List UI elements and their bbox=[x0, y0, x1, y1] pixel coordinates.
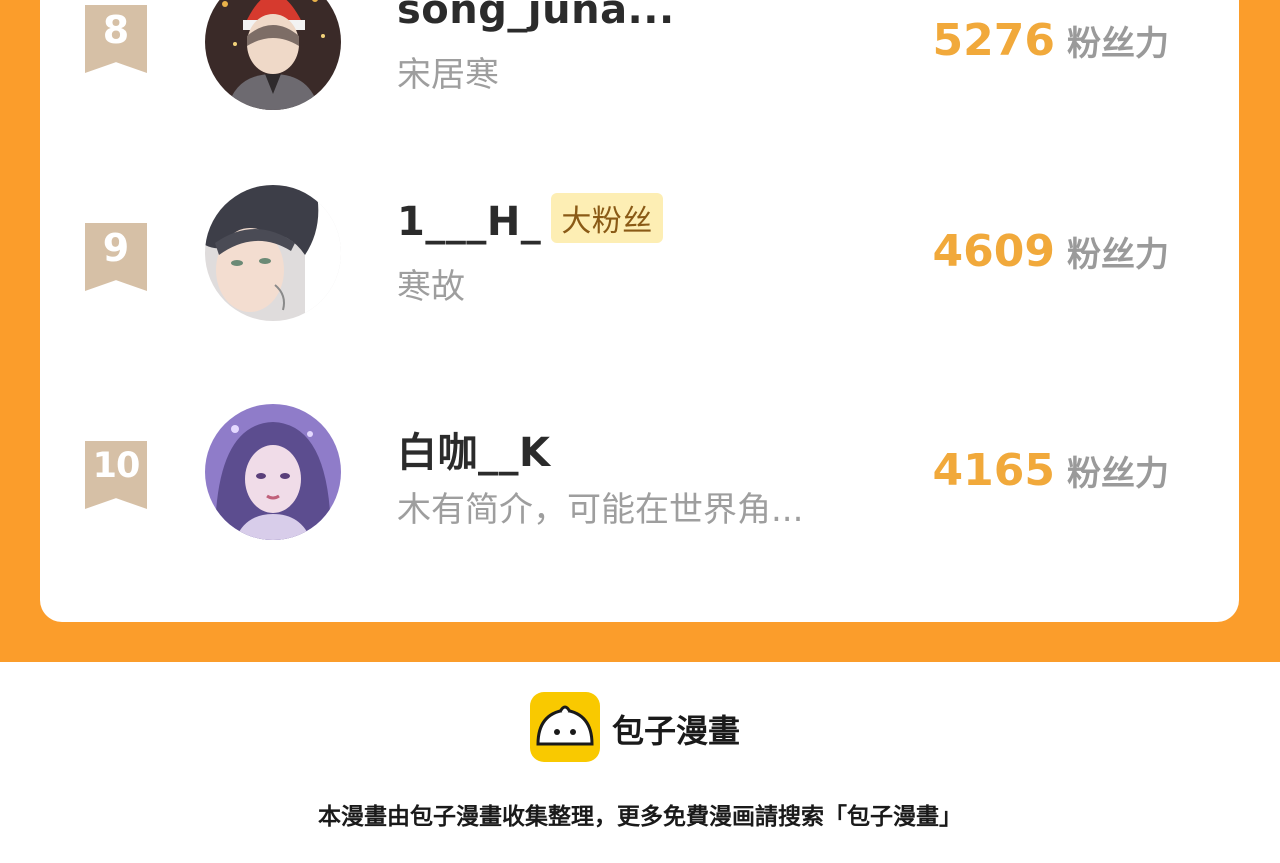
score-unit: 粉丝力 bbox=[1067, 24, 1169, 64]
avatar-image bbox=[205, 185, 341, 321]
score-value: 4165 bbox=[932, 445, 1055, 496]
user-name[interactable]: 白咖__K bbox=[397, 420, 551, 478]
rank-ribbon: 8 bbox=[85, 5, 147, 73]
score-unit: 粉丝力 bbox=[1067, 235, 1169, 275]
ranking-row[interactable]: 8 song_juna... 宋居寒 5276 粉丝力 bbox=[40, 0, 1239, 110]
ranking-row[interactable]: 10 白咖__K 木有简介，可能在世界角... 4165 粉丝力 bbox=[40, 404, 1239, 544]
user-avatar[interactable] bbox=[205, 0, 341, 110]
user-avatar[interactable] bbox=[205, 404, 341, 540]
user-name-text: 1___H_ bbox=[397, 199, 542, 245]
user-bio: 宋居寒 bbox=[397, 55, 499, 95]
fan-ranking-card: 8 song_juna... 宋居寒 5276 粉丝力 9 1___H_ 大粉丝… bbox=[40, 0, 1239, 622]
fan-power-score: 5276 粉丝力 bbox=[933, 15, 1169, 66]
brand-name: 包子漫畫 bbox=[612, 712, 741, 750]
user-bio: 寒故 bbox=[397, 267, 465, 307]
big-fan-badge: 大粉丝 bbox=[551, 193, 663, 243]
baozi-bun-icon bbox=[530, 692, 600, 762]
user-avatar[interactable] bbox=[205, 185, 341, 321]
avatar-image bbox=[205, 404, 341, 540]
source-note: 本漫畫由包子漫畫收集整理，更多免費漫画請搜索「包子漫畫」 bbox=[318, 804, 962, 830]
score-unit: 粉丝力 bbox=[1067, 454, 1169, 494]
score-value: 5276 bbox=[932, 15, 1055, 66]
user-bio: 木有简介，可能在世界角... bbox=[397, 490, 804, 530]
ranking-row[interactable]: 9 1___H_ 大粉丝 寒故 4609 粉丝力 bbox=[40, 185, 1239, 325]
score-value: 4609 bbox=[932, 226, 1055, 277]
rank-ribbon: 9 bbox=[85, 223, 147, 291]
fan-power-score: 4165 粉丝力 bbox=[933, 445, 1169, 496]
rank-ribbon: 10 bbox=[85, 441, 147, 509]
user-name[interactable]: song_juna... bbox=[397, 0, 675, 33]
avatar-image bbox=[205, 0, 341, 110]
fan-power-score: 4609 粉丝力 bbox=[933, 226, 1169, 277]
user-name[interactable]: 1___H_ 大粉丝 bbox=[397, 193, 663, 249]
